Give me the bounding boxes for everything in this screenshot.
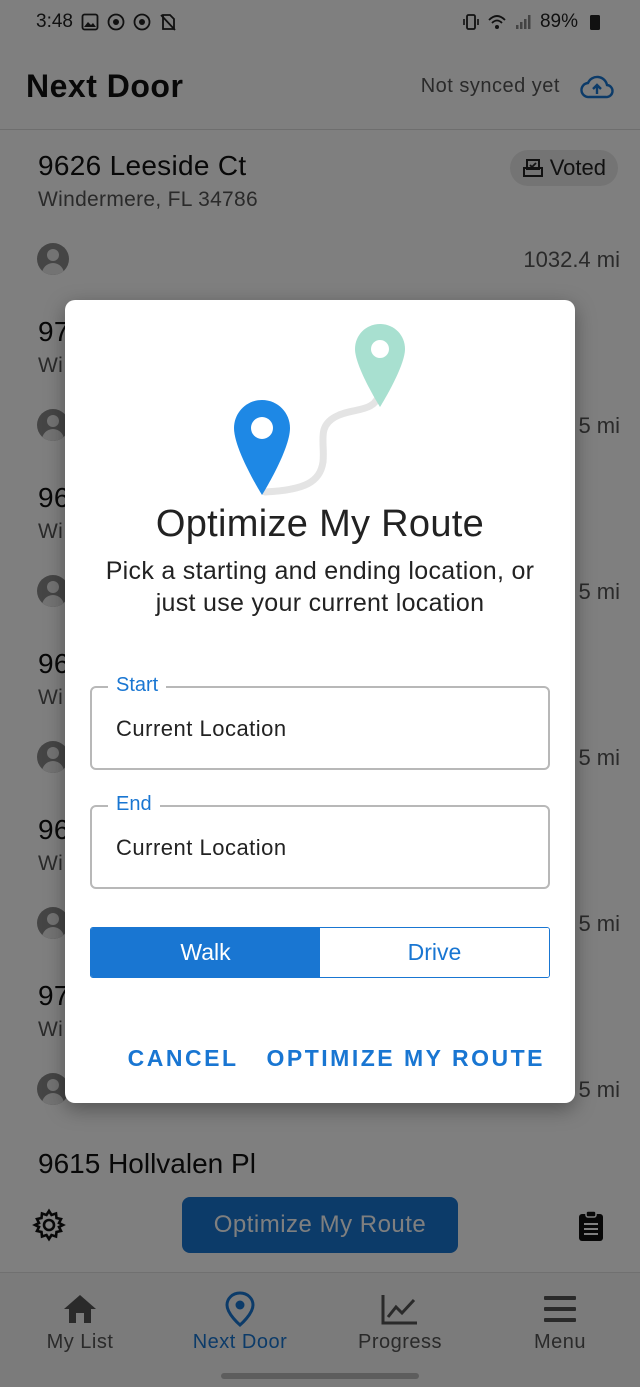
travel-mode-toggle: Walk Drive — [90, 927, 550, 978]
walk-option[interactable]: Walk — [91, 928, 320, 977]
route-illustration-icon — [234, 324, 405, 496]
start-field-label: Start — [108, 674, 167, 697]
drive-option[interactable]: Drive — [320, 928, 549, 977]
end-field-label: End — [108, 793, 160, 816]
start-location-field[interactable]: Start Current Location — [90, 674, 550, 770]
optimize-route-dialog: Optimize My Route Pick a starting and en… — [65, 300, 575, 1103]
start-location-input[interactable]: Current Location — [116, 716, 516, 742]
cancel-button[interactable]: CANCEL — [128, 1045, 239, 1072]
dialog-title: Optimize My Route — [155, 503, 485, 545]
dialog-subtitle: Pick a starting and ending location, or … — [105, 557, 535, 617]
confirm-optimize-button[interactable]: OPTIMIZE MY ROUTE — [267, 1045, 545, 1072]
end-location-field[interactable]: End Current Location — [90, 793, 550, 889]
end-location-input[interactable]: Current Location — [116, 835, 516, 861]
dialog-actions: CANCEL OPTIMIZE MY ROUTE — [128, 1045, 545, 1072]
